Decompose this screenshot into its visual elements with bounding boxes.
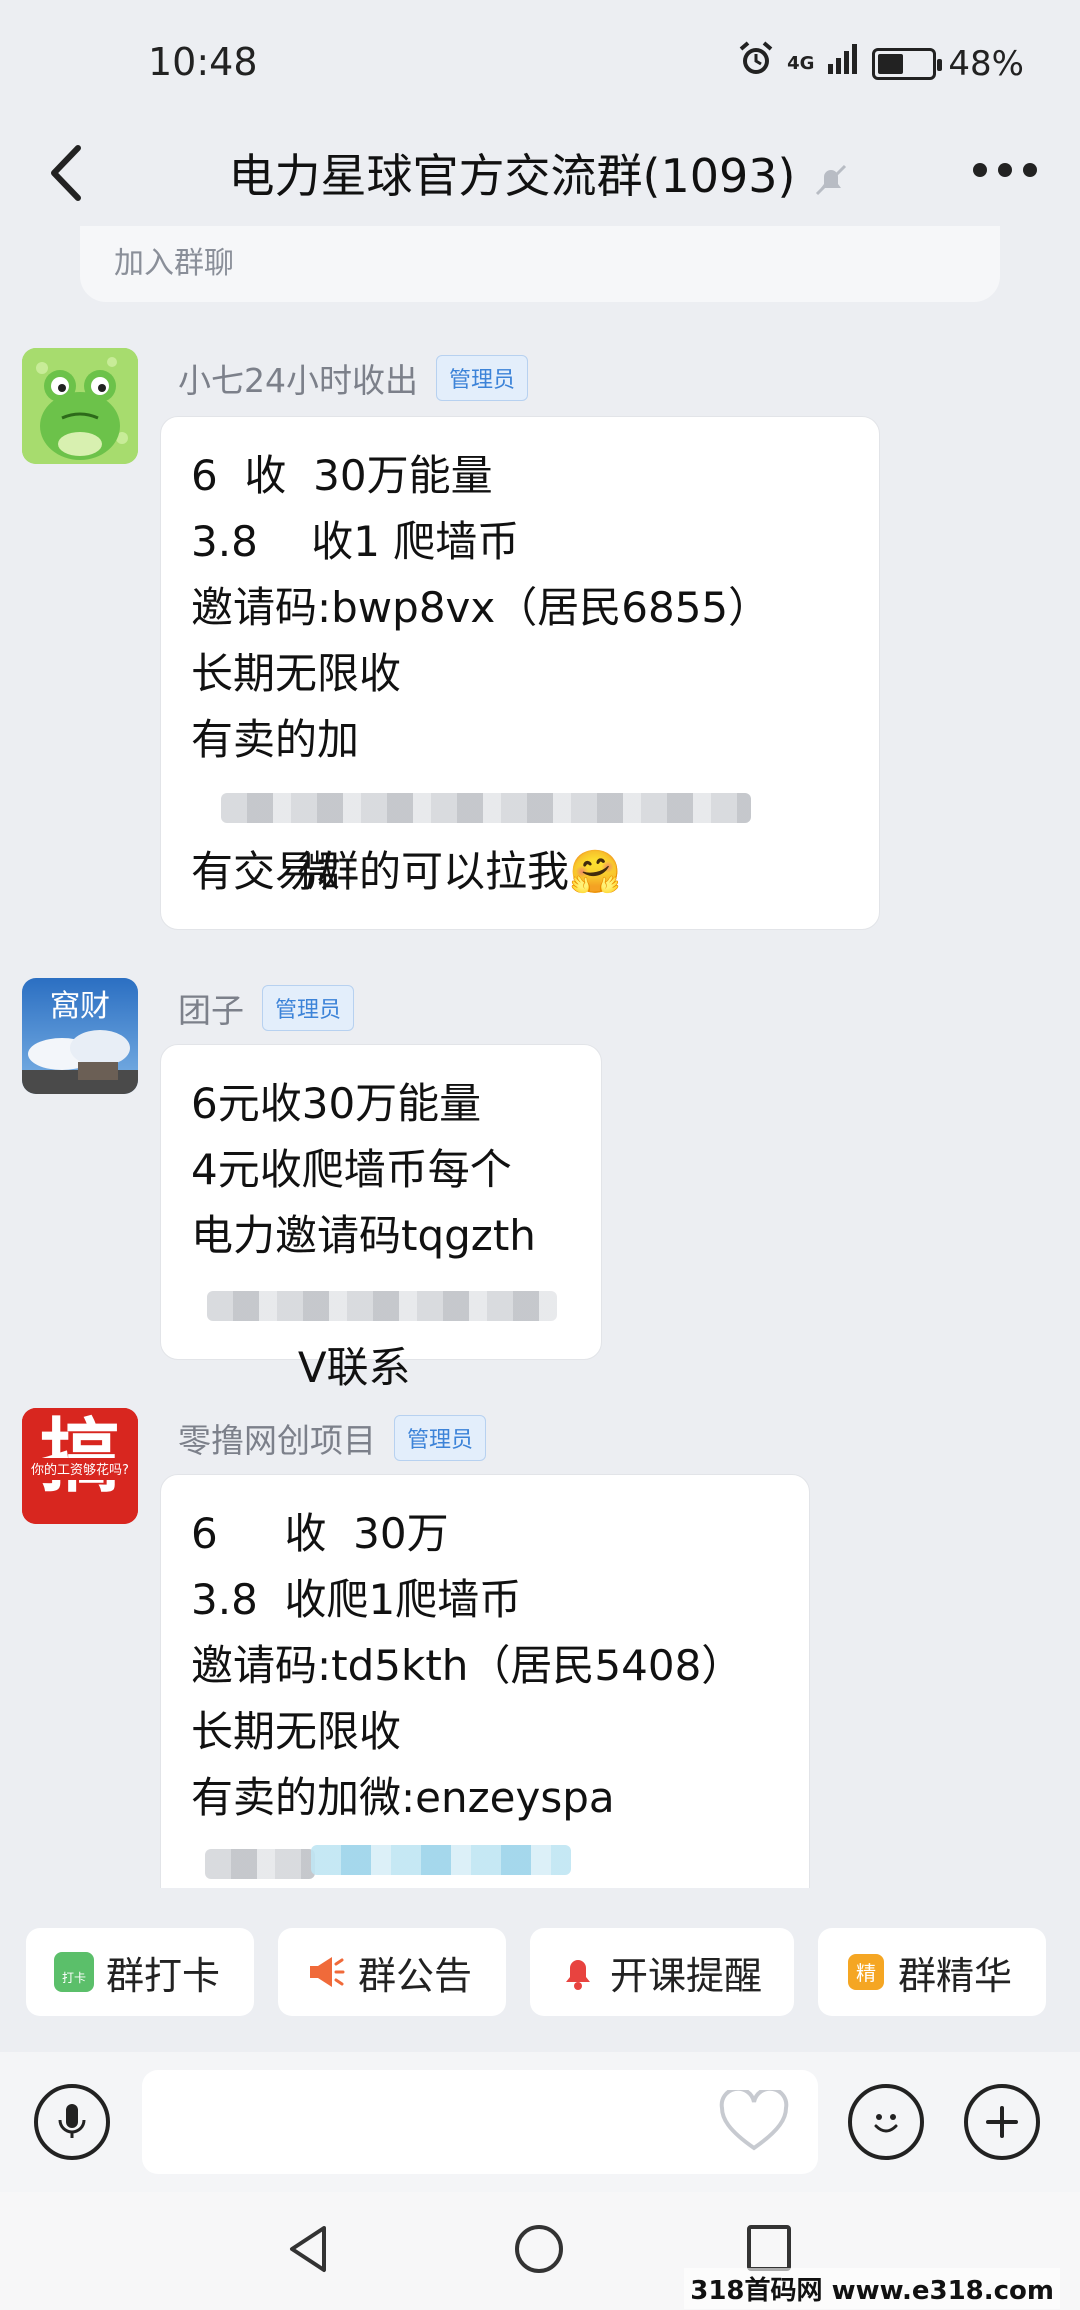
- sender-row: 团子 管理员: [178, 984, 355, 1032]
- more-dots-icon: [973, 163, 1037, 177]
- avatar[interactable]: 窩财: [22, 978, 138, 1094]
- alarm-icon: [737, 40, 775, 87]
- status-indicators: 4G 48%: [737, 40, 1024, 87]
- message-line: 邀请码:td5kth（居民5408）: [191, 1641, 744, 1690]
- message-bubble[interactable]: 6元收30万能量 4元收爬墙币每个 电力邀请码tqgzth V联系: [160, 1044, 602, 1392]
- chat-header: 电力星球官方交流群(1093): [0, 120, 1080, 230]
- sender-name[interactable]: 零撸网创项目: [178, 1414, 376, 1462]
- message-line: q: [191, 1831, 779, 1888]
- quick-action-label: 群精华: [898, 1953, 1013, 1998]
- avatar-subcaption: 你的工资够花吗?: [31, 1462, 129, 1478]
- system-notice-text: 加入群聊: [114, 246, 234, 281]
- heart-icon: [719, 2086, 789, 2151]
- quick-actions-bar: 打卡 群打卡 群公告 开课提醒 精 群精华: [0, 1928, 1080, 2028]
- triangle-back-icon[interactable]: [284, 2222, 334, 2276]
- group-title: 电力星球官方交流群(1093): [228, 149, 796, 203]
- message-line: 电力邀请码tqgzth: [191, 1211, 536, 1260]
- status-bar: 10:48 4G 48%: [0, 0, 1080, 120]
- essence-button[interactable]: 精 群精华: [818, 1928, 1046, 2016]
- plus-button[interactable]: [964, 2084, 1040, 2160]
- message-line: 6 收 30万: [191, 1509, 449, 1558]
- message-line-text: V联系: [297, 1343, 411, 1392]
- group-title-row[interactable]: 电力星球官方交流群(1093): [0, 140, 1080, 206]
- message-bubble[interactable]: 6 收 30万 3.8 收爬1爬墙币 邀请码:td5kth（居民5408） 长期…: [160, 1474, 810, 1888]
- redacted-contact: [311, 1845, 571, 1875]
- essence-icon-label: 精: [856, 1961, 876, 1985]
- more-button[interactable]: [970, 150, 1040, 190]
- microphone-icon: [58, 2104, 86, 2138]
- message-line: 3.8 收1 爬墙币: [191, 517, 520, 566]
- bell-off-icon: [816, 164, 847, 195]
- sky-photo-avatar-icon: 窩财: [22, 978, 138, 1094]
- message-line: 微: [191, 773, 849, 896]
- avatar[interactable]: 搞 你的工资够花吗?: [22, 1408, 138, 1524]
- admin-badge: 管理员: [394, 1415, 487, 1461]
- checkin-button[interactable]: 打卡 群打卡: [26, 1928, 254, 2016]
- message-line: 有卖的加微:enzeyspa: [191, 1773, 615, 1822]
- message-input[interactable]: [142, 2070, 818, 2174]
- status-time: 10:48: [148, 40, 258, 84]
- input-bar: [0, 2052, 1080, 2192]
- avatar-caption: 搞: [40, 1410, 120, 1503]
- message-line: 邀请码:bwp8vx（居民6855）: [191, 583, 771, 632]
- signal-icon: [826, 42, 860, 85]
- redacted-contact: [205, 1849, 315, 1879]
- network-type: 4G: [787, 53, 815, 74]
- sender-row: 零撸网创项目 管理员: [178, 1414, 487, 1462]
- circle-home-icon[interactable]: [512, 2222, 566, 2276]
- message-line-text: 微: [297, 847, 340, 896]
- battery-icon: [872, 47, 943, 80]
- message-list[interactable]: 小七24小时收出 管理员 6 收 30万能量 3.8 收1 爬墙币 邀请码:bw…: [0, 302, 1080, 1888]
- message-line: 3.8 收爬1爬墙币: [191, 1575, 522, 1624]
- essence-badge-icon: 精: [846, 1952, 886, 1992]
- admin-badge: 管理员: [436, 355, 529, 401]
- red-poster-avatar-icon: 搞 你的工资够花吗?: [22, 1408, 138, 1524]
- redacted-contact: [207, 1291, 557, 1321]
- bell-icon: [558, 1952, 598, 1992]
- message-line: 4元收爬墙币每个: [191, 1145, 512, 1194]
- message-bubble[interactable]: 6 收 30万能量 3.8 收1 爬墙币 邀请码:bwp8vx（居民6855） …: [160, 416, 880, 930]
- watermark: 318首码网 www.e318.com: [684, 2268, 1060, 2309]
- battery-percent: 48%: [948, 43, 1024, 84]
- quick-action-label: 群公告: [358, 1953, 473, 1998]
- megaphone-icon: [306, 1952, 346, 1992]
- announcement-button[interactable]: 群公告: [278, 1928, 506, 2016]
- admin-badge: 管理员: [262, 985, 355, 1031]
- message-line: 长期无限收: [191, 1707, 402, 1756]
- emoji-button[interactable]: [848, 2084, 924, 2160]
- frog-avatar-icon: [22, 348, 138, 464]
- message-line: 6元收30万能量: [191, 1079, 482, 1128]
- checkin-icon-label: 打卡: [62, 1971, 86, 1985]
- message-line: V联系: [191, 1269, 571, 1392]
- sender-row: 小七24小时收出 管理员: [178, 354, 529, 402]
- message-line: 有卖的加: [191, 715, 360, 764]
- class-reminder-button[interactable]: 开课提醒: [530, 1928, 794, 2016]
- quick-action-label: 开课提醒: [610, 1953, 763, 1998]
- quick-action-label: 群打卡: [106, 1953, 221, 1998]
- message-line: 6 收 30万能量: [191, 451, 493, 500]
- smile-icon: [874, 2114, 898, 2133]
- checkin-calendar-icon: 打卡: [54, 1952, 94, 1992]
- message-line: 长期无限收: [191, 649, 402, 698]
- avatar[interactable]: [22, 348, 138, 464]
- system-notice: 加入群聊: [80, 226, 1000, 302]
- plus-circle-icon: [986, 2106, 1018, 2138]
- sender-name[interactable]: 小七24小时收出: [178, 354, 418, 402]
- avatar-caption: 窩财: [50, 989, 110, 1024]
- heart-button[interactable]: [718, 2086, 790, 2154]
- sender-name[interactable]: 团子: [178, 984, 244, 1032]
- voice-button[interactable]: [34, 2084, 110, 2160]
- redacted-contact: [221, 793, 751, 823]
